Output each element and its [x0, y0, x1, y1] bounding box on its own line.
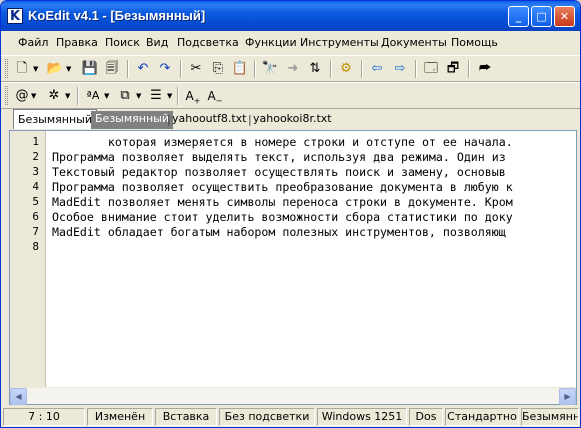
text-line[interactable]: MadEdit обладает богатым набором полезны…	[52, 225, 506, 240]
text-editor[interactable]: 1 2 3 4 5 6 7 8 которая измеряется в ном…	[9, 130, 577, 405]
status-encoding[interactable]: Windows 1251	[317, 408, 407, 426]
text-line[interactable]: Особое внимание стоит уделить возможност…	[52, 210, 513, 225]
find-icon[interactable]: 🔭	[261, 60, 279, 78]
close-window-icon[interactable]: 🗗	[444, 60, 462, 78]
cut-icon[interactable]: ✂	[187, 60, 205, 78]
replace-icon[interactable]: ⇅	[306, 60, 324, 78]
status-mode: Стандартно	[445, 408, 519, 426]
line-number: 2	[32, 150, 39, 163]
menu-help[interactable]: Помощь	[451, 36, 498, 49]
line-number: 4	[32, 180, 39, 193]
at-sign-dropdown-icon[interactable]: ▼	[31, 87, 36, 105]
status-bar: 7 : 10 Изменён Вставка Без подсветки Win…	[1, 406, 580, 427]
status-modified: Изменён	[87, 408, 153, 426]
menu-documents[interactable]: Документы	[381, 36, 447, 49]
new-file-dropdown-icon[interactable]: ▼	[33, 60, 38, 78]
tab-bezymyanny[interactable]: Безымянный	[91, 111, 173, 129]
tab-yahookoi8r[interactable]: yahookoi8r.txt	[249, 111, 336, 129]
open-folder-icon[interactable]: 📂	[46, 60, 64, 78]
text-content[interactable]: которая измеряется в номере строки и отс…	[52, 131, 577, 387]
status-highlight[interactable]: Без подсветки	[219, 408, 315, 426]
at-sign-icon[interactable]: @	[13, 87, 31, 105]
prev-document-icon[interactable]: ⇦	[368, 60, 386, 78]
menu-tools[interactable]: Инструменты	[300, 36, 379, 49]
toolbar-grip[interactable]	[5, 59, 8, 78]
status-insert-mode[interactable]: Вставка	[155, 408, 217, 426]
insert-dropdown-icon[interactable]: ▼	[136, 87, 141, 105]
text-line[interactable]: Текстовый редактор позволяет осуществлят…	[52, 165, 506, 180]
document-tabs: Безымянный Безымянный | yahooutf8.txt | …	[9, 109, 572, 130]
new-file-icon[interactable]: 🗋	[13, 60, 31, 78]
menu-search[interactable]: Поиск	[105, 36, 140, 49]
text-line[interactable]: MadEdit позволяет менять символы перенос…	[52, 195, 513, 210]
toolbar-grip[interactable]	[5, 86, 8, 105]
text-line[interactable]: которая измеряется в номере строки и отс…	[52, 135, 513, 150]
open-dropdown-icon[interactable]: ▼	[66, 60, 71, 78]
maximize-button[interactable]: □	[531, 6, 552, 27]
toolbar-separator	[177, 87, 179, 105]
status-line-endings[interactable]: Dos	[409, 408, 443, 426]
toolbar-separator	[77, 87, 79, 105]
line-number: 8	[32, 240, 39, 253]
text-line[interactable]: Программа позволяет выделять текст, испо…	[52, 150, 506, 165]
app-icon[interactable]: K	[7, 8, 23, 24]
menu-highlight[interactable]: Подсветка	[177, 36, 239, 49]
text-case-dropdown-icon[interactable]: ▼	[104, 87, 109, 105]
next-document-icon[interactable]: ⇨	[391, 60, 409, 78]
line-number: 7	[32, 225, 39, 238]
menu-file[interactable]: Файл	[18, 36, 48, 49]
undo-icon[interactable]: ↶	[134, 60, 152, 78]
line-number: 3	[32, 165, 39, 178]
scroll-left-icon[interactable]: ◀	[10, 388, 27, 405]
save-all-icon[interactable]: 🗐	[103, 60, 121, 78]
toolbar-separator	[180, 60, 182, 78]
menu-view[interactable]: Вид	[146, 36, 168, 49]
app-window: K KoEdit v4.1 - [Безымянный] _ □ ✕ Файл …	[0, 0, 581, 428]
wordwrap-icon[interactable]: ⮫	[476, 60, 494, 78]
line-number: 6	[32, 210, 39, 223]
line-number: 1	[32, 135, 39, 148]
toolbar-separator	[415, 60, 417, 78]
toolbar-separator	[468, 60, 470, 78]
format-dropdown-icon[interactable]: ▼	[167, 87, 172, 105]
save-icon[interactable]: 💾	[81, 60, 99, 78]
main-toolbar: 🗋 ▼ 📂 ▼ 💾 🗐 ↶ ↷ ✂ ⎘ 📋 🔭 ➜ ⇅ ⚙ ⇦ ⇨ 🗔 🗗 ⮫	[1, 55, 580, 82]
toolbar-separator	[330, 60, 332, 78]
toolbar-separator	[127, 60, 129, 78]
format-icon[interactable]: ☰	[147, 87, 165, 105]
insert-icon[interactable]: ⧉	[116, 87, 134, 105]
close-button[interactable]: ✕	[554, 6, 575, 27]
window-title: KoEdit v4.1 - [Безымянный]	[28, 8, 206, 23]
menu-functions[interactable]: Функции	[245, 36, 297, 49]
special-chars-icon[interactable]: ✲	[45, 87, 63, 105]
minimize-button[interactable]: _	[508, 6, 529, 27]
find-next-icon[interactable]: ➜	[284, 60, 302, 78]
horizontal-scrollbar[interactable]: ◀ ▶	[10, 387, 576, 405]
scroll-right-icon[interactable]: ▶	[559, 388, 576, 405]
redo-icon[interactable]: ↷	[156, 60, 174, 78]
font-decrease-icon[interactable]: A−	[206, 87, 224, 105]
copy-icon[interactable]: ⎘	[209, 60, 227, 78]
menu-edit[interactable]: Правка	[56, 36, 98, 49]
tab-yahooutf8[interactable]: yahooutf8.txt	[168, 111, 250, 129]
status-filename: Безымянный	[521, 408, 579, 426]
toolbar-separator	[254, 60, 256, 78]
new-window-icon[interactable]: 🗔	[422, 60, 440, 78]
settings-icon[interactable]: ⚙	[337, 60, 355, 78]
tab-bezymyanny-active[interactable]: Безымянный	[13, 109, 97, 129]
menu-bar: Файл Правка Поиск Вид Подсветка Функции …	[1, 31, 580, 55]
format-toolbar: @ ▼ ✲ ▼ ªA ▼ ⧉ ▼ ☰ ▼ A+ A−	[1, 82, 580, 109]
special-chars-dropdown-icon[interactable]: ▼	[65, 87, 70, 105]
font-increase-icon[interactable]: A+	[184, 87, 202, 105]
title-bar[interactable]: K KoEdit v4.1 - [Безымянный] _ □ ✕	[1, 1, 580, 31]
line-number-gutter: 1 2 3 4 5 6 7 8	[10, 131, 46, 387]
status-cursor-position: 7 : 10	[3, 408, 85, 426]
paste-icon[interactable]: 📋	[231, 60, 249, 78]
text-case-icon[interactable]: ªA	[84, 87, 102, 105]
line-number: 5	[32, 195, 39, 208]
toolbar-separator	[361, 60, 363, 78]
text-line[interactable]: Программа позволяет осуществить преобраз…	[52, 180, 513, 195]
